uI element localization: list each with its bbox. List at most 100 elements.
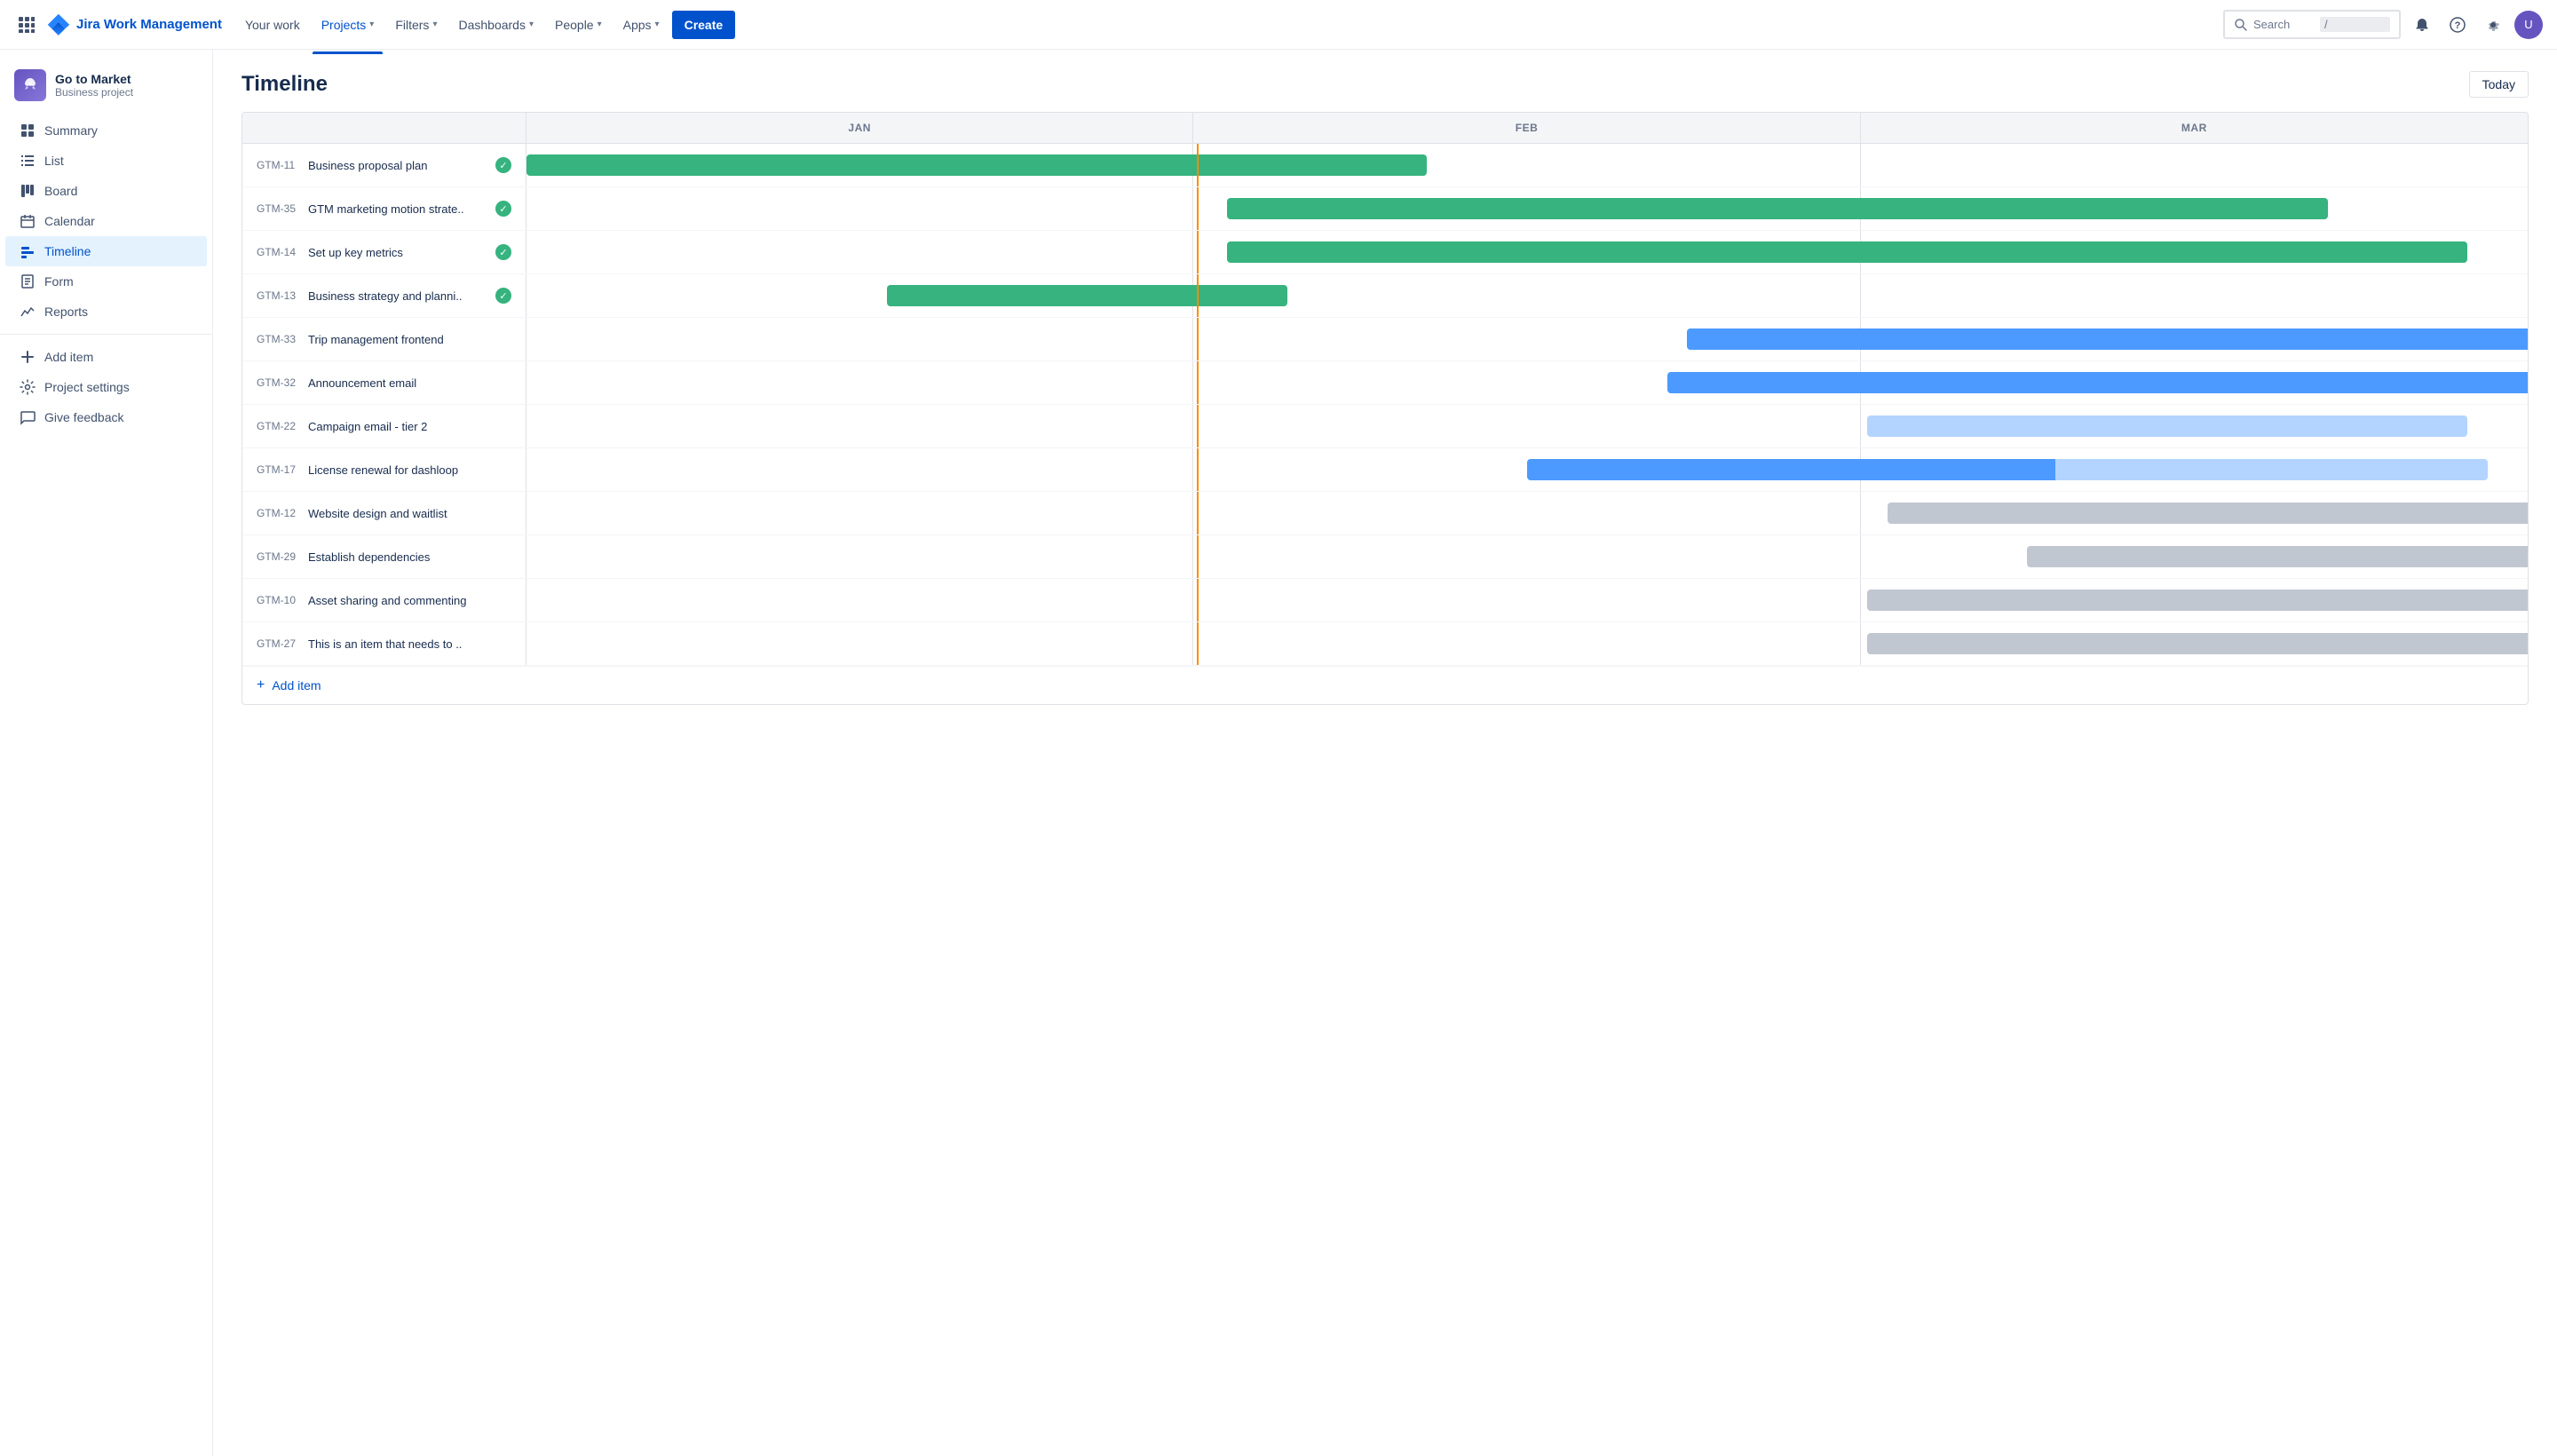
timeline-bar[interactable]: [1867, 590, 2529, 611]
nav-people[interactable]: People ▾: [546, 11, 611, 39]
row-id: GTM-35: [257, 202, 301, 215]
row-id: GTM-10: [257, 594, 301, 606]
notifications-button[interactable]: [2408, 11, 2436, 39]
sidebar-item-form[interactable]: Form: [5, 266, 207, 297]
project-header: Go to Market Business project: [0, 60, 212, 115]
timeline-bar[interactable]: [1227, 241, 2467, 263]
today-line: [1197, 448, 1199, 491]
table-row[interactable]: GTM-27 This is an item that needs to ..: [242, 622, 2528, 666]
bell-icon: [2414, 17, 2430, 33]
app-switcher-icon[interactable]: [14, 12, 39, 37]
add-item-row[interactable]: + Add item: [242, 666, 2528, 704]
nav-projects[interactable]: Projects ▾: [313, 11, 384, 39]
table-row[interactable]: GTM-11Business proposal plan✓: [242, 144, 2528, 187]
row-id: GTM-33: [257, 333, 301, 345]
add-item-label: Add item: [272, 678, 321, 692]
today-line: [1197, 361, 1199, 404]
sidebar-item-list[interactable]: List: [5, 146, 207, 176]
timeline-bar[interactable]: [887, 285, 1287, 306]
jira-logo[interactable]: Jira Work Management: [46, 12, 222, 37]
settings-button[interactable]: [2479, 11, 2507, 39]
topnav-right: Search / ? U: [2223, 10, 2543, 39]
today-line: [1197, 579, 1199, 621]
today-button[interactable]: Today: [2469, 71, 2529, 98]
sidebar-item-project-settings[interactable]: Project settings: [5, 372, 207, 402]
feedback-icon: [20, 409, 36, 425]
today-line: [1197, 318, 1199, 360]
table-row[interactable]: GTM-10 Asset sharing and commenting: [242, 579, 2528, 622]
timeline-container: JAN FEB MAR GTM-11Business proposal plan…: [213, 112, 2557, 733]
sidebar-item-timeline[interactable]: Timeline: [5, 236, 207, 266]
help-button[interactable]: ?: [2443, 11, 2472, 39]
row-name: Website design and waitlist: [308, 507, 511, 520]
timeline-bar[interactable]: [1867, 415, 2467, 437]
done-check: ✓: [495, 157, 511, 173]
row-bar-area: [526, 535, 2528, 578]
rocket-icon: [21, 76, 39, 94]
table-row[interactable]: GTM-12Website design and waitlist: [242, 492, 2528, 535]
timeline-bar[interactable]: [1888, 502, 2529, 524]
row-id: GTM-27: [257, 637, 301, 650]
header-mar: MAR: [1861, 113, 2528, 143]
today-line: [1197, 144, 1199, 186]
today-line: [1197, 187, 1199, 230]
timeline-bar[interactable]: [1227, 198, 2328, 219]
create-button[interactable]: Create: [672, 11, 736, 39]
table-row[interactable]: GTM-33Trip management frontend: [242, 318, 2528, 361]
row-name: Campaign email - tier 2: [308, 420, 511, 433]
today-line: [1197, 622, 1199, 665]
row-id: GTM-22: [257, 420, 301, 432]
table-row[interactable]: GTM-22 Campaign email - tier 2: [242, 405, 2528, 448]
timeline-icon: [20, 243, 36, 259]
user-avatar[interactable]: U: [2514, 11, 2543, 39]
table-row[interactable]: GTM-32Announcement email: [242, 361, 2528, 405]
sidebar-item-add-item[interactable]: Add item: [5, 342, 207, 372]
row-name: Establish dependencies: [308, 550, 511, 564]
page-title: Timeline: [241, 72, 328, 97]
timeline-bar[interactable]: [2027, 546, 2529, 567]
row-bar-area: [526, 579, 2528, 621]
sidebar-item-give-feedback[interactable]: Give feedback: [5, 402, 207, 432]
row-name: Asset sharing and commenting: [308, 594, 511, 607]
list-icon: [20, 153, 36, 169]
logo-text: Jira Work Management: [76, 17, 222, 32]
filters-chevron: ▾: [432, 20, 437, 29]
timeline-bar[interactable]: [1687, 328, 2529, 350]
svg-text:?: ?: [2455, 20, 2461, 31]
search-box[interactable]: Search /: [2223, 10, 2401, 39]
header-jan: JAN: [526, 113, 1193, 143]
top-navigation: Jira Work Management Your work Projects …: [0, 0, 2557, 50]
row-name: This is an item that needs to ..: [308, 637, 511, 651]
form-icon: [20, 273, 36, 289]
row-bar-area: [526, 231, 2528, 273]
row-bar-area: [526, 144, 2528, 186]
table-row[interactable]: GTM-29Establish dependencies: [242, 535, 2528, 579]
project-info: Go to Market Business project: [55, 72, 133, 99]
add-icon: [20, 349, 36, 365]
sidebar-item-summary[interactable]: Summary: [5, 115, 207, 146]
nav-your-work[interactable]: Your work: [236, 11, 309, 39]
sidebar-item-reports[interactable]: Reports: [5, 297, 207, 327]
row-id: GTM-14: [257, 246, 301, 258]
timeline-bar[interactable]: [1667, 372, 2529, 393]
project-type: Business project: [55, 86, 133, 99]
table-row[interactable]: GTM-13Business strategy and planni..✓: [242, 274, 2528, 318]
row-name: License renewal for dashloop: [308, 463, 511, 477]
table-row[interactable]: GTM-17License renewal for dashloop: [242, 448, 2528, 492]
nav-apps[interactable]: Apps ▾: [614, 11, 669, 39]
project-icon: [14, 69, 46, 101]
row-bar-area: [526, 187, 2528, 230]
nav-dashboards[interactable]: Dashboards ▾: [449, 11, 542, 39]
table-row[interactable]: GTM-35GTM marketing motion strate..✓: [242, 187, 2528, 231]
sidebar-item-calendar[interactable]: Calendar: [5, 206, 207, 236]
table-row[interactable]: GTM-14Set up key metrics✓: [242, 231, 2528, 274]
board-icon: [20, 183, 36, 199]
timeline-bar[interactable]: [526, 154, 1427, 176]
people-chevron: ▾: [598, 20, 602, 29]
sidebar-item-board[interactable]: Board: [5, 176, 207, 206]
nav-filters[interactable]: Filters ▾: [386, 11, 446, 39]
timeline-bar[interactable]: [1527, 459, 2488, 480]
row-name: GTM marketing motion strate..: [308, 202, 488, 216]
timeline-bar[interactable]: [1867, 633, 2529, 654]
sidebar-divider: [0, 334, 212, 335]
